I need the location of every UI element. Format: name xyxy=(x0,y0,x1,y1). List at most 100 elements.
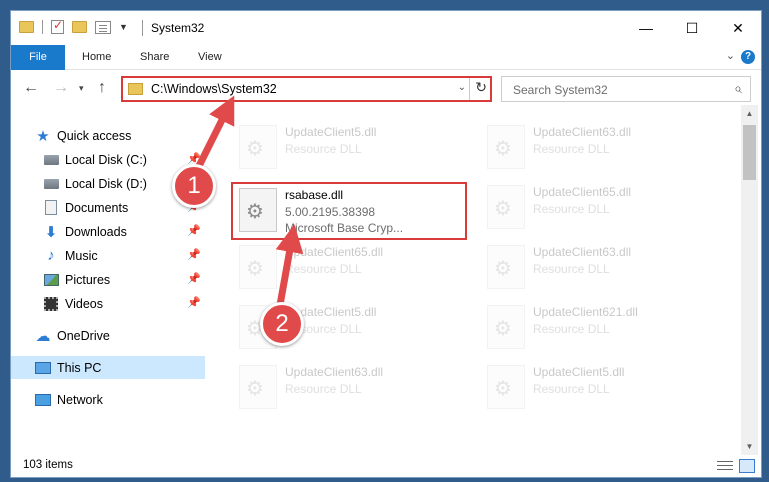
sidebar-item-network[interactable]: Network xyxy=(11,388,205,411)
file-explorer-window: ▼ System32 — ☐ ✕ File Home Share View ⌄ … xyxy=(10,10,762,478)
details-view-icon[interactable] xyxy=(717,460,733,472)
sidebar-item-pictures[interactable]: Pictures 📌 xyxy=(11,268,205,291)
sidebar-item-label: Downloads xyxy=(65,224,127,239)
file-item[interactable]: UpdateClient5.dll Resource DLL xyxy=(233,121,463,173)
tab-share[interactable]: Share xyxy=(140,45,169,70)
tab-file[interactable]: File xyxy=(11,45,65,70)
file-type: Resource DLL xyxy=(533,382,610,396)
title-divider xyxy=(142,20,143,36)
address-dropdown-chevron-icon[interactable]: ⌄ xyxy=(458,82,466,93)
documents-icon xyxy=(43,200,59,216)
large-icons-view-icon[interactable] xyxy=(739,459,755,473)
sidebar-item-music[interactable]: ♪ Music 📌 xyxy=(11,244,205,267)
dll-file-icon xyxy=(487,245,525,289)
dll-file-icon xyxy=(487,305,525,349)
music-icon: ♪ xyxy=(47,247,55,264)
dll-file-icon xyxy=(487,125,525,169)
dll-file-icon xyxy=(487,185,525,229)
properties-check-icon[interactable] xyxy=(51,18,64,34)
sidebar-item-label: Pictures xyxy=(65,272,111,287)
file-type: Resource DLL xyxy=(533,142,610,156)
scrollbar-thumb[interactable] xyxy=(743,125,756,180)
recent-locations-chevron-icon[interactable]: ▾ xyxy=(79,83,84,94)
tab-view[interactable]: View xyxy=(198,45,222,70)
sidebar-item-this-pc[interactable]: This PC xyxy=(11,356,205,379)
new-folder-icon[interactable] xyxy=(72,21,87,33)
file-item[interactable]: UpdateClient5.dll Resource DLL xyxy=(481,361,711,413)
file-item[interactable]: UpdateClient65.dll Resource DLL xyxy=(233,241,463,293)
file-name: UpdateClient63.dll xyxy=(533,245,632,259)
file-item[interactable]: UpdateClient63.dll Resource DLL xyxy=(233,361,463,413)
file-type: Resource DLL xyxy=(285,262,362,276)
status-bar: 103 items xyxy=(11,455,761,477)
back-arrow-icon[interactable]: ← xyxy=(23,79,39,97)
file-item[interactable]: UpdateClient63.dll Resource DLL xyxy=(481,241,711,293)
ribbon-tabs: File Home Share View ⌄ ? xyxy=(11,45,761,70)
sidebar-item-label: Documents xyxy=(65,200,129,215)
window-title: System32 xyxy=(151,21,205,35)
minimize-button[interactable]: — xyxy=(623,11,669,45)
sidebar-item-label: Network xyxy=(57,392,103,407)
close-button[interactable]: ✕ xyxy=(715,11,761,45)
scroll-up-arrow-icon[interactable]: ▲ xyxy=(741,105,758,122)
up-arrow-icon[interactable]: ↑ xyxy=(98,79,106,97)
dll-file-icon xyxy=(239,245,277,289)
sidebar-item-onedrive[interactable]: ☁ OneDrive xyxy=(11,324,205,347)
sidebar-item-label: Local Disk (D:) xyxy=(65,176,147,191)
help-icon[interactable]: ? xyxy=(741,50,755,64)
folder-icon xyxy=(128,83,143,95)
address-path[interactable]: C:\Windows\System32 xyxy=(151,82,277,96)
file-item-rsabase[interactable]: rsabase.dll 5.00.2195.38398 Microsoft Ba… xyxy=(231,182,467,240)
star-icon: ★ xyxy=(36,127,50,145)
expand-ribbon-chevron-icon[interactable]: ⌄ xyxy=(726,49,735,62)
refresh-icon[interactable]: ↻ xyxy=(475,79,487,96)
window-controls: — ☐ ✕ xyxy=(623,11,761,45)
folder-icon xyxy=(19,21,34,33)
file-name: UpdateClient621.dll xyxy=(533,305,638,319)
pin-icon: 📌 xyxy=(187,225,201,237)
pictures-icon xyxy=(43,272,59,288)
title-bar: ▼ System32 — ☐ ✕ xyxy=(11,11,761,45)
file-type: Resource DLL xyxy=(285,382,362,396)
properties-list-icon[interactable] xyxy=(95,20,111,34)
search-box[interactable]: Search System32 ⌕ xyxy=(501,76,751,102)
forward-arrow-icon[interactable]: → xyxy=(53,79,69,97)
file-item[interactable]: UpdateClient65.dll Resource DLL xyxy=(481,181,711,233)
file-type: Resource DLL xyxy=(533,262,610,276)
file-version: 5.00.2195.38398 xyxy=(285,205,376,219)
maximize-button[interactable]: ☐ xyxy=(669,11,715,45)
disk-icon xyxy=(43,176,59,192)
tab-home[interactable]: Home xyxy=(82,45,111,70)
address-divider xyxy=(469,78,470,100)
file-name: UpdateClient63.dll xyxy=(533,125,632,139)
sidebar-item-local-disk-c[interactable]: Local Disk (C:) 📌 xyxy=(11,148,205,171)
file-name: UpdateClient63.dll xyxy=(285,365,384,379)
file-type: Resource DLL xyxy=(285,142,362,156)
customize-toolbar-chevron-icon[interactable]: ▼ xyxy=(119,22,128,32)
search-input[interactable]: Search System32 xyxy=(513,83,608,97)
quick-access-toolbar: ▼ xyxy=(19,18,128,34)
sidebar-item-quick-access[interactable]: ★ Quick access xyxy=(11,124,205,147)
file-name: UpdateClient5.dll xyxy=(285,125,377,139)
downloads-icon: ⬇ xyxy=(44,223,58,241)
this-pc-icon xyxy=(35,360,51,376)
sidebar-item-label: Music xyxy=(65,248,98,263)
disk-icon xyxy=(43,152,59,168)
step-1-badge: 1 xyxy=(172,164,216,208)
file-item[interactable]: UpdateClient621.dll Resource DLL xyxy=(481,301,711,353)
navigation-bar: ← → ▾ ↑ C:\Windows\System32 ⌄ ↻ Search S… xyxy=(11,71,761,105)
sidebar-item-videos[interactable]: Videos 📌 xyxy=(11,292,205,315)
search-icon[interactable]: ⌕ xyxy=(734,80,742,97)
file-item[interactable]: UpdateClient63.dll Resource DLL xyxy=(481,121,711,173)
file-list: UpdateClient5.dll Resource DLL rsabase.d… xyxy=(205,105,741,455)
address-bar[interactable]: C:\Windows\System32 ⌄ ↻ xyxy=(121,76,492,102)
navigation-pane: ★ Quick access Local Disk (C:) 📌 Local D… xyxy=(11,105,205,455)
vertical-scrollbar[interactable]: ▲ ▼ xyxy=(741,105,758,455)
file-name: UpdateClient65.dll xyxy=(285,245,384,259)
file-name: UpdateClient65.dll xyxy=(533,185,632,199)
pin-icon: 📌 xyxy=(187,249,201,261)
sidebar-item-label: Videos xyxy=(65,296,103,311)
scroll-down-arrow-icon[interactable]: ▼ xyxy=(741,438,758,455)
sidebar-item-downloads[interactable]: ⬇ Downloads 📌 xyxy=(11,220,205,243)
file-description: Microsoft Base Cryp... xyxy=(285,221,404,235)
